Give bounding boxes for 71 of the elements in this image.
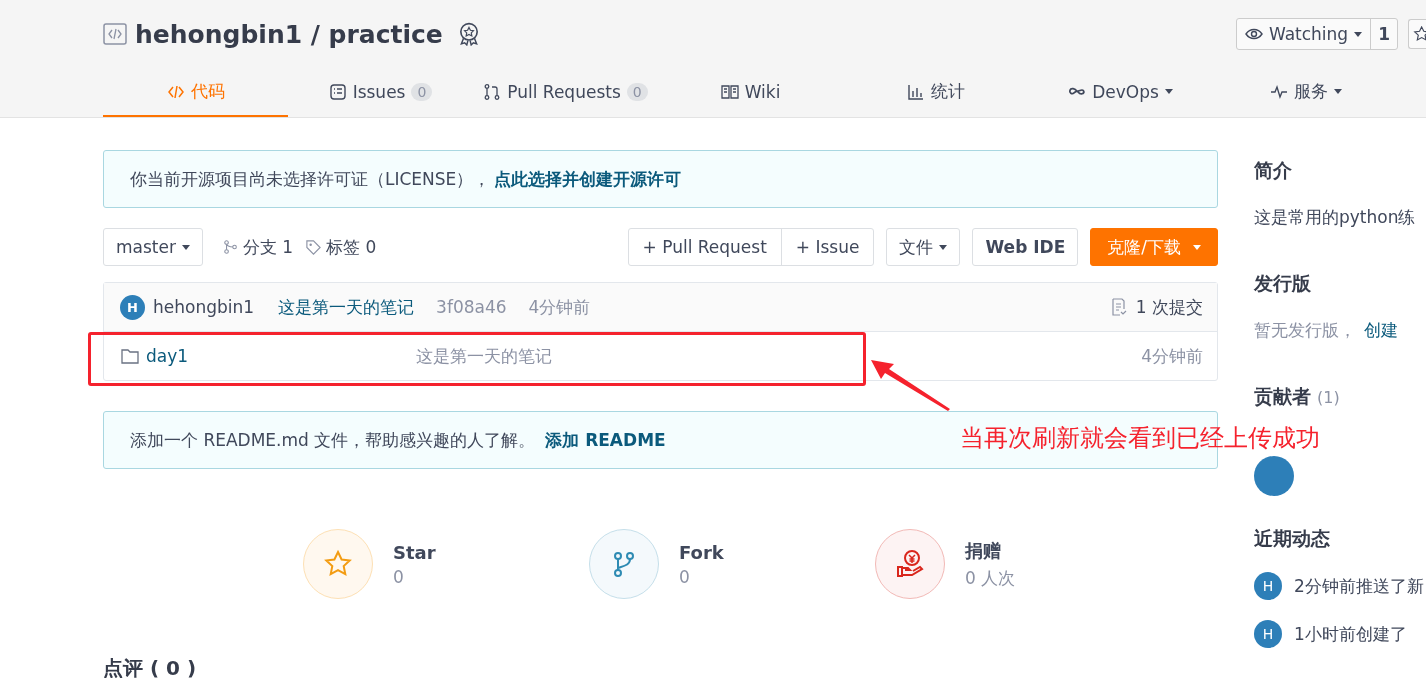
document-icon bbox=[1109, 298, 1128, 316]
tags-link[interactable]: 标签 0 bbox=[305, 235, 377, 259]
caret-icon bbox=[1354, 31, 1363, 37]
commit-message: 这是第一天的笔记 bbox=[416, 344, 552, 368]
contributor-avatar[interactable] bbox=[1254, 456, 1294, 496]
star-icon bbox=[1412, 26, 1426, 42]
tab[interactable]: Pull Requests 0 bbox=[473, 68, 658, 117]
tab[interactable]: 服务 bbox=[1213, 68, 1398, 117]
stat-label: Fork bbox=[679, 541, 724, 563]
tag-icon bbox=[305, 238, 323, 256]
contributor-count: (1) bbox=[1317, 388, 1340, 407]
section-heading: 点评 ( 0 ) bbox=[103, 655, 198, 678]
stat-label: 捐赠 bbox=[965, 538, 1002, 563]
author-link[interactable]: hehongbin1 bbox=[153, 297, 255, 317]
commits-link[interactable]: 1 次提交 bbox=[1135, 295, 1203, 319]
add-readme-link[interactable]: 添加 README bbox=[545, 429, 666, 450]
tab[interactable]: Wiki bbox=[658, 68, 843, 117]
web-ide-button[interactable]: Web IDE bbox=[972, 228, 1079, 266]
stat-value: 0 人次 bbox=[965, 566, 1016, 590]
commit-message-link[interactable]: 这是第一天的笔记 bbox=[278, 295, 415, 319]
caret-icon bbox=[1333, 89, 1342, 94]
section-heading: 发行版 bbox=[1254, 271, 1312, 296]
commit-time: 4分钟前 bbox=[528, 295, 591, 319]
stat-value: 0 bbox=[393, 566, 405, 587]
file-name-link[interactable]: day1 bbox=[146, 346, 416, 366]
star-button[interactable] bbox=[1408, 19, 1426, 49]
time-text: 4分钟前 bbox=[1141, 344, 1203, 368]
caret-icon bbox=[1193, 244, 1201, 250]
user-avatar: H bbox=[120, 294, 145, 320]
branch-icon bbox=[222, 238, 239, 256]
stat-label: Star bbox=[393, 541, 436, 563]
coin-hand-icon bbox=[895, 549, 925, 579]
create-license-link[interactable]: 点此选择并创建开源许可 bbox=[494, 168, 682, 189]
annotation-text: 当再次刷新就会看到已经上传成功 bbox=[960, 423, 1320, 454]
caret-icon bbox=[181, 244, 190, 250]
caret-icon bbox=[939, 244, 948, 250]
tab[interactable]: 统计 bbox=[843, 68, 1028, 117]
pull-request-icon bbox=[483, 82, 502, 101]
activity-text: 1小时前创建了 bbox=[1294, 622, 1407, 646]
stat-value: 0 bbox=[679, 566, 691, 587]
action-button[interactable]: + Issue bbox=[780, 229, 874, 265]
commit-hash: 3f08a46 bbox=[436, 297, 507, 317]
section-heading: 贡献者 bbox=[1254, 384, 1311, 409]
watch-count: 1 bbox=[1377, 23, 1391, 46]
section-heading: 近期动态 bbox=[1254, 526, 1331, 551]
branches-link[interactable]: 分支 1 bbox=[222, 235, 294, 259]
readme-notice: 添加一个 README.md 文件，帮助感兴趣的人了解。 添加 README bbox=[130, 428, 666, 452]
repo-description: 这是常用的python练 bbox=[1254, 206, 1417, 229]
tab[interactable]: Issues 0 bbox=[288, 68, 473, 117]
user-avatar: H bbox=[1254, 620, 1282, 648]
caret-icon bbox=[1164, 89, 1173, 94]
star-icon bbox=[323, 549, 353, 579]
tab[interactable]: DevOps bbox=[1028, 68, 1213, 117]
book-icon bbox=[720, 82, 739, 101]
bar-chart-icon bbox=[906, 82, 925, 101]
file-dropdown[interactable]: 文件 bbox=[886, 228, 961, 266]
count-badge: 0 bbox=[411, 82, 433, 101]
activity-text: 2分钟前推送了新 bbox=[1294, 574, 1424, 598]
code-repo-icon bbox=[103, 23, 127, 45]
license-notice: 你当前开源项目尚未选择许可证（LICENSE）， 点此选择并创建开源许可 bbox=[130, 167, 682, 191]
no-releases-text: 暂无发行版， bbox=[1254, 320, 1356, 340]
repo-title: hehongbin1 / practice bbox=[135, 19, 443, 49]
section-heading: 简介 bbox=[1254, 158, 1293, 183]
action-button[interactable]: + Pull Request bbox=[628, 229, 781, 265]
watch-button[interactable]: Watching 1 bbox=[1235, 18, 1398, 50]
user-avatar: H bbox=[1254, 572, 1282, 600]
folder-icon bbox=[120, 347, 140, 365]
branch-dropdown[interactable]: master bbox=[103, 228, 203, 266]
checklist-icon bbox=[328, 82, 347, 101]
count-badge: 0 bbox=[626, 82, 648, 101]
create-release-link[interactable]: 创建 bbox=[1364, 320, 1398, 340]
